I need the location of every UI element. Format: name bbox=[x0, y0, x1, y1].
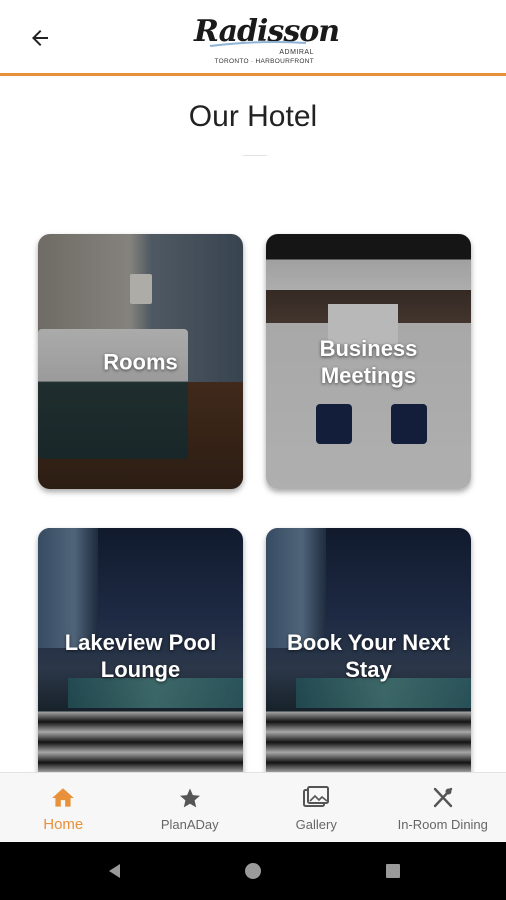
nav-item-gallery[interactable]: Gallery bbox=[253, 773, 380, 842]
app-bar: Radisson ADMIRAL TORONTO · HARBOURFRONT bbox=[0, 0, 506, 76]
title-divider bbox=[243, 155, 267, 156]
system-home-button[interactable] bbox=[223, 842, 283, 900]
nav-label: PlanADay bbox=[160, 817, 219, 832]
card-label: Business Meetings bbox=[319, 335, 418, 388]
radisson-logo: Radisson ADMIRAL TORONTO · HARBOURFRONT bbox=[190, 10, 340, 68]
bottom-nav: Home PlanADay Gallery In-Room Dining bbox=[0, 772, 506, 842]
card-label: Book Your Next Stay bbox=[287, 629, 450, 682]
card-rooms[interactable]: Rooms bbox=[38, 234, 243, 489]
card-label: Lakeview Pool Lounge bbox=[64, 629, 217, 682]
home-icon bbox=[50, 785, 76, 811]
nav-label: In-Room Dining bbox=[397, 817, 488, 832]
arrow-left-icon bbox=[32, 30, 48, 46]
logo-line1: ADMIRAL bbox=[279, 49, 314, 56]
back-triangle-icon bbox=[109, 864, 120, 878]
nav-label: Home bbox=[43, 816, 84, 833]
nav-item-home[interactable]: Home bbox=[0, 773, 127, 842]
page-title: Our Hotel bbox=[188, 100, 318, 133]
nav-label: Gallery bbox=[295, 817, 337, 832]
system-back-button[interactable] bbox=[85, 842, 145, 900]
system-nav-bar bbox=[0, 842, 506, 900]
nav-item-planaday[interactable]: PlanADay bbox=[127, 773, 254, 842]
home-circle-icon bbox=[245, 863, 261, 879]
card-business-meetings[interactable]: Business Meetings bbox=[266, 234, 471, 489]
star-icon bbox=[177, 785, 203, 811]
back-button[interactable] bbox=[20, 20, 60, 56]
logo-swoosh bbox=[209, 41, 307, 47]
gallery-icon bbox=[303, 785, 330, 811]
nav-item-in-room-dining[interactable]: In-Room Dining bbox=[380, 773, 506, 842]
system-recents-button[interactable] bbox=[363, 842, 423, 900]
recents-square-icon bbox=[386, 864, 400, 878]
card-book-next-stay[interactable]: Book Your Next Stay bbox=[266, 528, 471, 783]
fork-knife-icon bbox=[430, 785, 456, 811]
card-lakeview-pool-lounge[interactable]: Lakeview Pool Lounge bbox=[38, 528, 243, 783]
card-label: Rooms bbox=[103, 349, 178, 374]
logo-line2: TORONTO · HARBOURFRONT bbox=[214, 58, 314, 65]
